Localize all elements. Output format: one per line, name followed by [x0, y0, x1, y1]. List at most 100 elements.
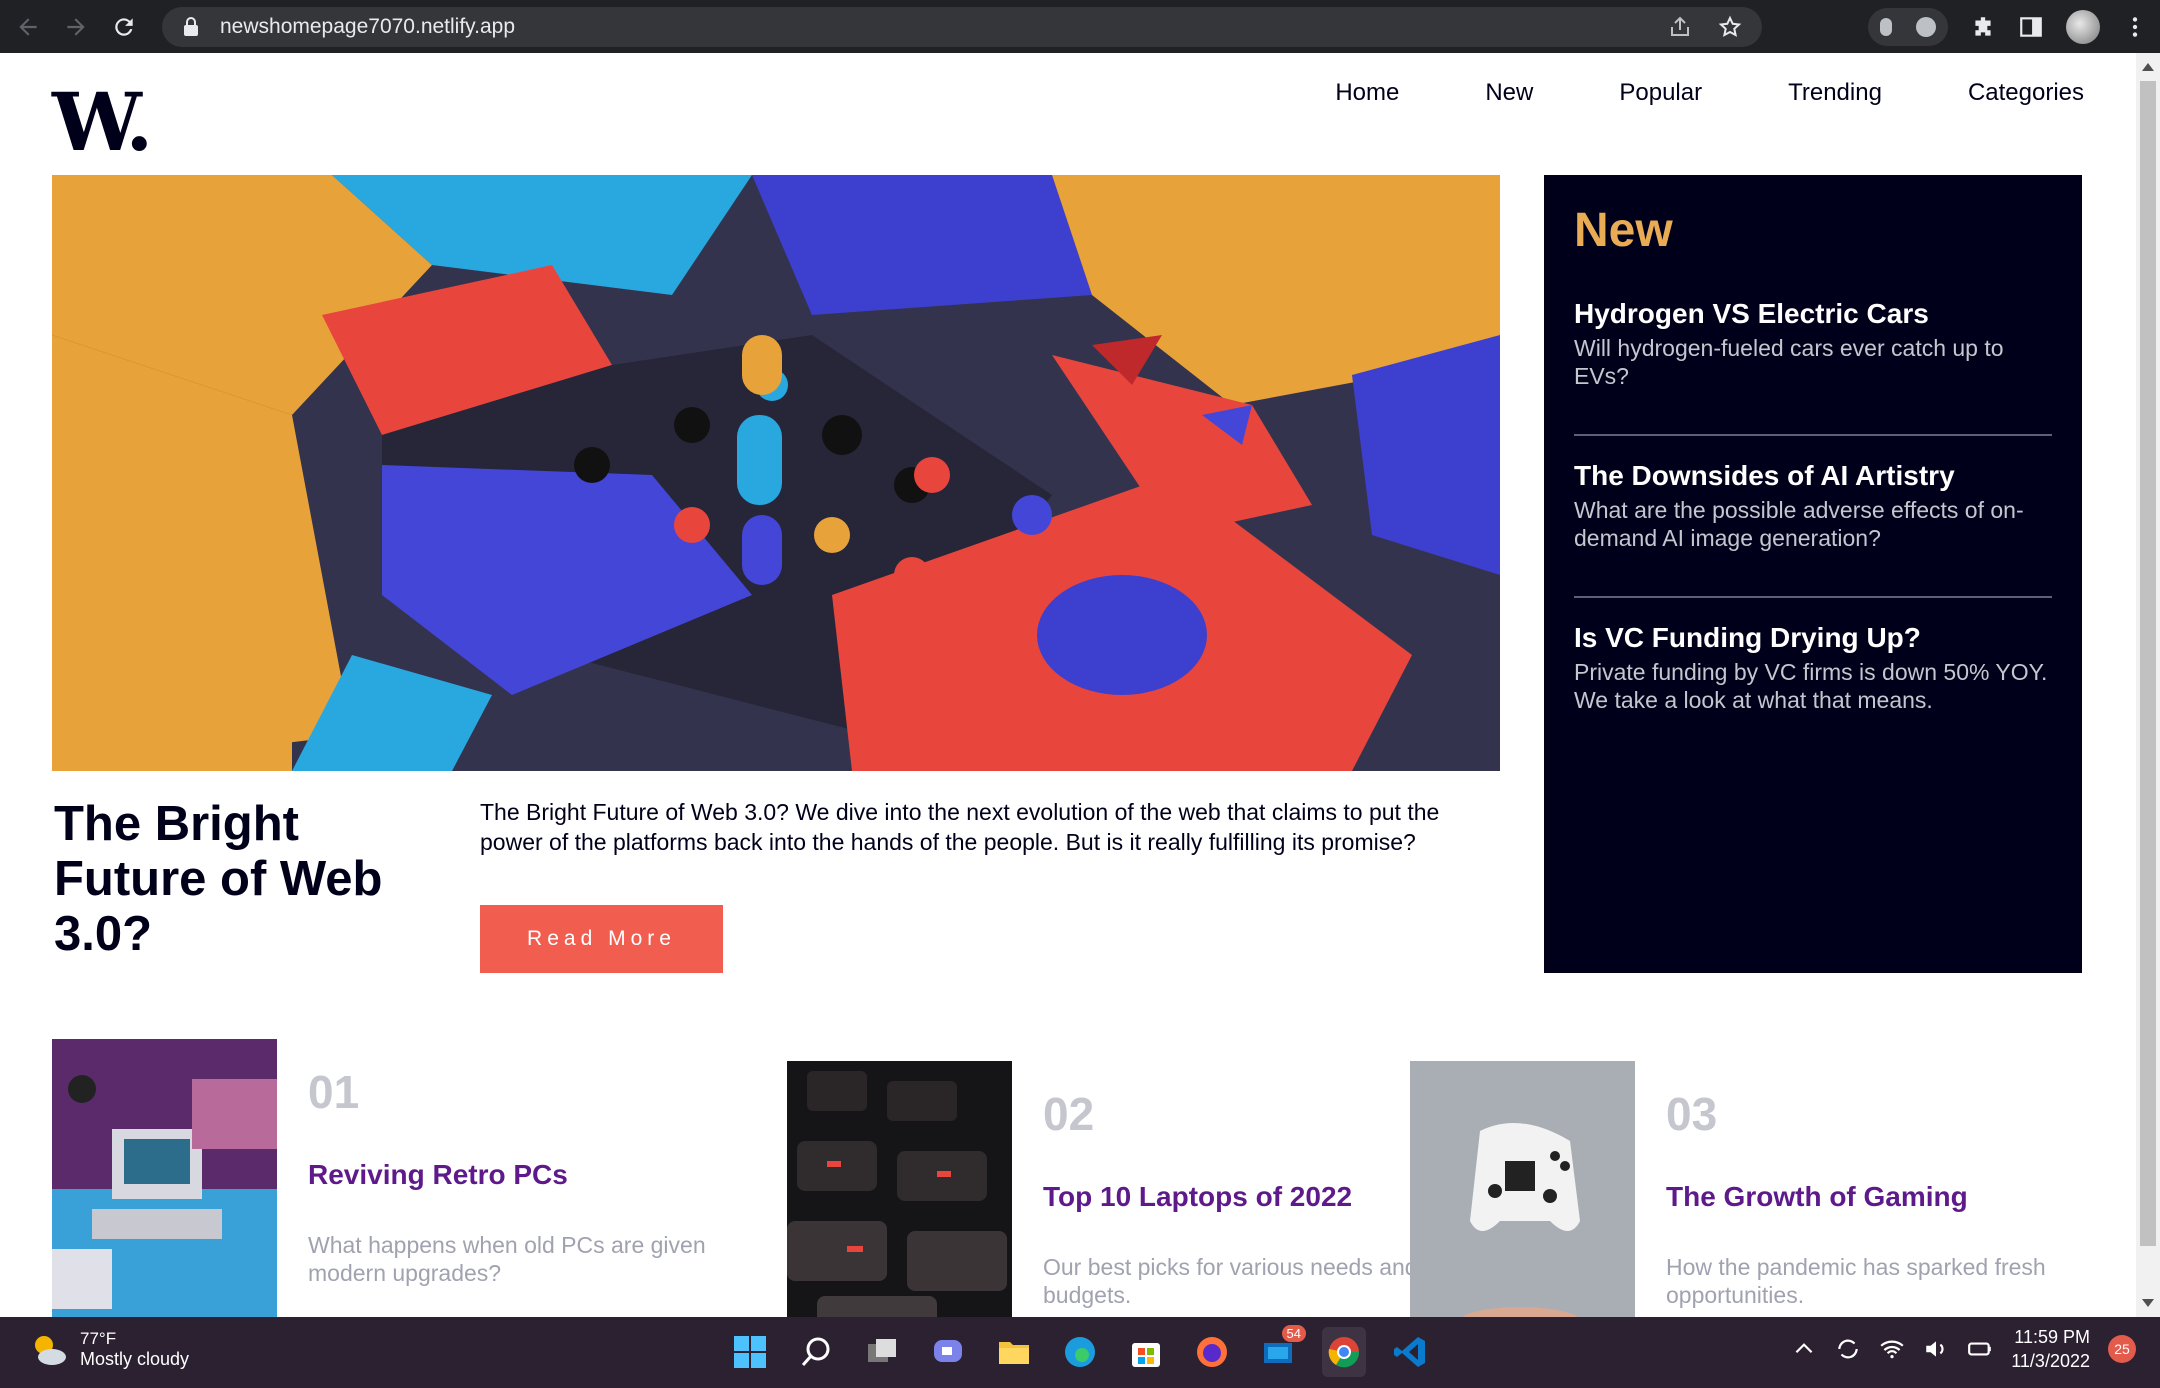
- card-text: What happens when old PCs are given mode…: [308, 1232, 706, 1286]
- arrow-left-icon: [19, 17, 37, 36]
- article-card: 01 Reviving Retro PCs What happens when …: [52, 1039, 738, 1317]
- extension-icon[interactable]: [1916, 17, 1936, 37]
- mail-badge: 54: [1281, 1325, 1306, 1342]
- browser-toolbar: newshomepage7070.netlify.app: [0, 0, 2160, 53]
- search-button[interactable]: [794, 1327, 838, 1377]
- chrome-icon: [1328, 1337, 1360, 1368]
- address-bar[interactable]: newshomepage7070.netlify.app: [162, 7, 1762, 47]
- card-number: 01: [308, 1066, 360, 1118]
- share-icon[interactable]: [1668, 15, 1692, 39]
- card-number: 02: [1043, 1088, 1095, 1140]
- new-item-title[interactable]: Hydrogen VS Electric Cars: [1574, 298, 2052, 330]
- hero-description: The Bright Future of Web 3.0? We dive in…: [480, 799, 1440, 855]
- extension-pill[interactable]: [1868, 8, 1948, 46]
- edge-icon: [1065, 1337, 1095, 1367]
- arrow-right-icon: [67, 17, 85, 36]
- chevron-up-icon[interactable]: [1791, 1336, 1817, 1362]
- taskbar-apps: 54: [728, 1325, 1432, 1377]
- card-body: 03 The Growth of Gaming How the pandemic…: [1666, 1061, 2096, 1317]
- task-view-button[interactable]: [860, 1327, 904, 1377]
- card-text: Our best picks for various needs and bud…: [1043, 1254, 1418, 1308]
- card-title[interactable]: The Growth of Gaming: [1666, 1181, 2096, 1213]
- card-title[interactable]: Top 10 Laptops of 2022: [1043, 1181, 1473, 1213]
- volume-icon[interactable]: [1923, 1336, 1949, 1362]
- sync-icon[interactable]: [1835, 1336, 1861, 1362]
- search-icon: [801, 1337, 830, 1366]
- store-button[interactable]: [1124, 1327, 1168, 1377]
- vscode-icon: [1394, 1337, 1425, 1367]
- date: 11/3/2022: [2011, 1351, 2090, 1371]
- bookmark-star-icon[interactable]: [1718, 15, 1742, 39]
- card-body: 02 Top 10 Laptops of 2022 Our best picks…: [1043, 1061, 1473, 1317]
- retro-pc-image: [52, 1039, 277, 1317]
- time: 11:59 PM: [2014, 1327, 2090, 1347]
- battery-icon[interactable]: [1967, 1336, 1993, 1362]
- card-title[interactable]: Reviving Retro PCs: [308, 1159, 738, 1191]
- nav-categories[interactable]: Categories: [1968, 79, 2084, 107]
- system-tray: 11:59 PM 11/3/2022 25: [1791, 1325, 2136, 1373]
- store-icon: [1132, 1343, 1160, 1367]
- weather-widget[interactable]: 77°F Mostly cloudy: [30, 1329, 189, 1370]
- main-nav: Home New Popular Trending Categories: [1335, 79, 2084, 107]
- new-sidebar: New Hydrogen VS Electric Cars Will hydro…: [1544, 175, 2082, 973]
- menu-dots-icon[interactable]: [2122, 14, 2148, 40]
- temperature: 77°F: [80, 1329, 117, 1348]
- extensions-area: [1868, 8, 2148, 46]
- profile-avatar[interactable]: [2066, 10, 2100, 44]
- scrollbar-thumb[interactable]: [2140, 81, 2156, 1246]
- mail-button[interactable]: 54: [1256, 1325, 1306, 1377]
- game-controller-image: [1410, 1061, 1635, 1317]
- hero-title: The Bright Future of Web 3.0?: [54, 797, 383, 961]
- read-more-button[interactable]: Read More: [480, 905, 723, 973]
- back-button[interactable]: [8, 7, 48, 47]
- chrome-button[interactable]: [1322, 1327, 1366, 1377]
- new-item-title[interactable]: Is VC Funding Drying Up?: [1574, 622, 2052, 654]
- side-panel-icon[interactable]: [2018, 14, 2044, 40]
- puzzle-icon[interactable]: [1970, 14, 1996, 40]
- start-button[interactable]: [728, 1327, 772, 1377]
- windows-icon: [734, 1336, 766, 1368]
- new-item: Is VC Funding Drying Up? Private funding…: [1574, 596, 2052, 758]
- teams-button[interactable]: [926, 1327, 970, 1377]
- folder-icon: [999, 1342, 1029, 1364]
- url-text: newshomepage7070.netlify.app: [220, 15, 515, 38]
- vscode-button[interactable]: [1388, 1327, 1432, 1377]
- nav-home[interactable]: Home: [1335, 79, 1399, 107]
- site-logo[interactable]: W.: [52, 75, 153, 169]
- laptop-keyboard-image: [787, 1061, 1012, 1317]
- forward-button[interactable]: [56, 7, 96, 47]
- edge-button[interactable]: [1058, 1327, 1102, 1377]
- new-item: The Downsides of AI Artistry What are th…: [1574, 434, 2052, 596]
- new-item-text: Private funding by VC firms is down 50% …: [1574, 659, 2048, 713]
- reload-icon: [115, 17, 133, 36]
- weather-condition: Mostly cloudy: [80, 1349, 190, 1369]
- extension-icon[interactable]: [1880, 18, 1892, 36]
- cloudy-icon: [35, 1335, 66, 1365]
- file-explorer-button[interactable]: [992, 1327, 1036, 1377]
- nav-new[interactable]: New: [1485, 79, 1533, 107]
- card-body: 01 Reviving Retro PCs What happens when …: [308, 1039, 738, 1317]
- notification-badge[interactable]: 25: [2108, 1335, 2136, 1363]
- web-page: W. Home New Popular Trending Categories: [0, 53, 2136, 1317]
- task-view-icon: [868, 1339, 896, 1362]
- new-item-text: Will hydrogen-fueled cars ever catch up …: [1574, 335, 2004, 389]
- windows-taskbar: 77°F Mostly cloudy 54 11:59 PM 11/3/2022…: [0, 1317, 2160, 1388]
- chat-icon: [934, 1340, 962, 1362]
- article-card: 03 The Growth of Gaming How the pandemic…: [1410, 1061, 2096, 1317]
- article-card: 02 Top 10 Laptops of 2022 Our best picks…: [787, 1061, 1473, 1317]
- new-item: Hydrogen VS Electric Cars Will hydrogen-…: [1574, 298, 2052, 434]
- card-text: How the pandemic has sparked fresh oppor…: [1666, 1254, 2046, 1308]
- wifi-icon[interactable]: [1879, 1336, 1905, 1362]
- firefox-icon: [1197, 1337, 1227, 1367]
- scroll-down-icon[interactable]: [2142, 1299, 2154, 1307]
- page-scrollbar[interactable]: [2136, 53, 2160, 1317]
- card-number: 03: [1666, 1088, 1718, 1140]
- nav-trending[interactable]: Trending: [1788, 79, 1882, 107]
- scroll-up-icon[interactable]: [2142, 63, 2154, 71]
- clock[interactable]: 11:59 PM 11/3/2022: [2011, 1325, 2090, 1373]
- firefox-button[interactable]: [1190, 1327, 1234, 1377]
- lock-icon: [184, 17, 198, 36]
- nav-popular[interactable]: Popular: [1619, 79, 1702, 107]
- new-item-title[interactable]: The Downsides of AI Artistry: [1574, 460, 2052, 492]
- reload-button[interactable]: [104, 7, 144, 47]
